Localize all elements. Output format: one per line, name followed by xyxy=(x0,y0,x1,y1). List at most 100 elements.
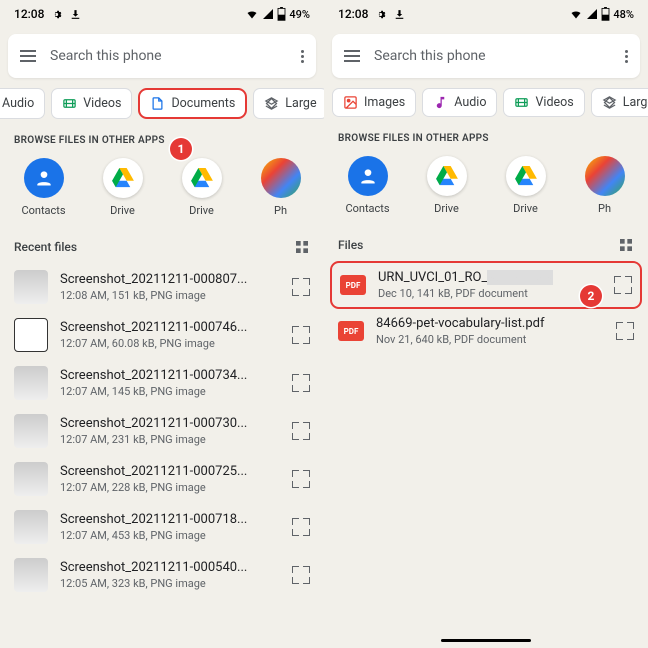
expand-icon[interactable] xyxy=(292,566,310,584)
expand-icon[interactable] xyxy=(616,322,634,340)
app-contacts[interactable]: Contacts xyxy=(9,158,79,217)
file-name: Screenshot_20211211-000730... xyxy=(60,416,280,431)
file-row[interactable]: Screenshot_20211211-000746... 12:07 AM, 6… xyxy=(0,311,324,359)
thumbnail xyxy=(14,462,48,496)
file-row[interactable]: Screenshot_20211211-000807... 12:08 AM, 1… xyxy=(0,263,324,311)
download-icon xyxy=(69,8,82,21)
searchbar[interactable]: Search this phone xyxy=(8,34,316,78)
expand-icon[interactable] xyxy=(292,326,310,344)
chip-videos[interactable]: Videos xyxy=(503,88,584,117)
expand-icon[interactable] xyxy=(292,278,310,296)
file-name: Screenshot_20211211-000734... xyxy=(60,368,280,383)
file-list: PDF URN_UVCI_01_RO_XXXXXXXX Dec 10, 141 kB… xyxy=(324,261,648,353)
expand-icon[interactable] xyxy=(292,470,310,488)
filter-chips: ImagesAudioVideosLarge xyxy=(332,84,648,127)
chip-large[interactable]: Large xyxy=(253,88,324,119)
files-header-title: Recent files xyxy=(14,240,77,254)
file-list: Screenshot_20211211-000807... 12:08 AM, 1… xyxy=(0,263,324,599)
phone-right: 12:08 48% Search this phone ImagesAudioV… xyxy=(324,0,648,648)
file-row[interactable]: Screenshot_20211211-000540... 12:05 AM, 3… xyxy=(0,551,324,599)
files-header: Recent files xyxy=(0,231,324,263)
pdf-icon: PDF xyxy=(338,321,364,341)
app-drive[interactable]: Drive xyxy=(167,158,237,217)
file-meta: 12:07 AM, 231 kB, PNG image xyxy=(60,433,280,446)
file-meta: 12:08 AM, 151 kB, PNG image xyxy=(60,289,280,302)
thumbnail xyxy=(14,318,48,352)
gear-icon xyxy=(50,8,63,21)
files-header: Files xyxy=(324,229,648,261)
file-meta: 12:07 AM, 228 kB, PNG image xyxy=(60,481,280,494)
battery-icon xyxy=(601,7,610,21)
file-row[interactable]: PDF 84669-pet-vocabulary-list.pdf Nov 21, … xyxy=(324,309,648,353)
file-meta: Nov 21, 640 kB, PDF document xyxy=(376,333,604,346)
thumbnail xyxy=(14,270,48,304)
app-contacts[interactable]: Contacts xyxy=(333,156,403,215)
file-meta: Dec 10, 141 kB, PDF document xyxy=(378,287,602,300)
searchbar[interactable]: Search this phone xyxy=(332,34,640,78)
app-ph[interactable]: Ph xyxy=(246,158,316,217)
chip-documents[interactable]: Documents xyxy=(138,88,247,119)
clock: 12:08 xyxy=(338,7,368,21)
browse-title: BROWSE FILES IN OTHER APPS xyxy=(0,129,324,158)
more-icon[interactable] xyxy=(301,50,304,63)
download-icon xyxy=(393,8,406,21)
app-ph[interactable]: Ph xyxy=(570,156,640,215)
apps-row: ContactsDriveDrivePh xyxy=(0,158,324,231)
files-header-title: Files xyxy=(338,238,363,252)
file-row[interactable]: Screenshot_20211211-000718... 12:07 AM, 4… xyxy=(0,503,324,551)
callout-2: 2 xyxy=(580,285,602,307)
file-row[interactable]: Screenshot_20211211-000725...12:07 AM, 2… xyxy=(0,455,324,503)
grid-view-icon[interactable] xyxy=(618,237,634,253)
signal-icon xyxy=(586,8,598,20)
phone-left: 12:08 49% Search this phone AudioVideosD… xyxy=(0,0,324,648)
pdf-icon: PDF xyxy=(340,275,366,295)
file-row[interactable]: Screenshot_20211211-000730... 12:07 AM, 2… xyxy=(0,407,324,455)
chip-videos[interactable]: Videos xyxy=(51,88,132,119)
hamburger-icon[interactable] xyxy=(344,50,360,62)
wifi-icon xyxy=(569,8,583,20)
file-name: Screenshot_20211211-000718... xyxy=(60,512,280,527)
thumbnail xyxy=(14,558,48,592)
gear-icon xyxy=(374,8,387,21)
file-name: Screenshot_20211211-000540... xyxy=(60,560,280,575)
signal-icon xyxy=(262,8,274,20)
expand-icon[interactable] xyxy=(614,276,632,294)
battery-percent: 49% xyxy=(289,8,310,21)
app-drive[interactable]: Drive xyxy=(412,156,482,215)
nav-handle[interactable] xyxy=(441,639,531,642)
file-name: 84669-pet-vocabulary-list.pdf xyxy=(376,316,604,331)
file-meta: 12:07 AM, 145 kB, PNG image xyxy=(60,385,280,398)
apps-row: ContactsDriveDrivePh xyxy=(324,156,648,229)
clock: 12:08 xyxy=(14,7,44,21)
expand-icon[interactable] xyxy=(292,374,310,392)
statusbar: 12:08 48% xyxy=(324,0,648,28)
callout-1: 1 xyxy=(170,138,192,160)
hamburger-icon[interactable] xyxy=(20,50,36,62)
search-input[interactable]: Search this phone xyxy=(374,48,625,64)
expand-icon[interactable] xyxy=(292,518,310,536)
filter-chips: AudioVideosDocumentsLarge xyxy=(0,84,324,129)
browse-title: BROWSE FILES IN OTHER APPS xyxy=(324,127,648,156)
chip-audio[interactable]: Audio xyxy=(422,88,497,117)
chip-large[interactable]: Large xyxy=(591,88,648,117)
file-name: URN_UVCI_01_RO_XXXXXXXX xyxy=(378,270,602,285)
chip-images[interactable]: Images xyxy=(332,88,416,117)
file-meta: 12:07 AM, 453 kB, PNG image xyxy=(60,529,280,542)
app-drive[interactable]: Drive xyxy=(491,156,561,215)
wifi-icon xyxy=(245,8,259,20)
battery-icon xyxy=(277,7,286,21)
search-input[interactable]: Search this phone xyxy=(50,48,301,64)
file-row[interactable]: Screenshot_20211211-000734... 12:07 AM, 1… xyxy=(0,359,324,407)
thumbnail xyxy=(14,510,48,544)
more-icon[interactable] xyxy=(625,50,628,63)
file-name: Screenshot_20211211-000807... xyxy=(60,272,280,287)
chip-audio[interactable]: Audio xyxy=(0,88,45,119)
thumbnail xyxy=(14,414,48,448)
expand-icon[interactable] xyxy=(292,422,310,440)
grid-view-icon[interactable] xyxy=(294,239,310,255)
file-name: Screenshot_20211211-000746... xyxy=(60,320,280,335)
file-meta: 12:07 AM, 60.08 kB, PNG image xyxy=(60,337,280,350)
app-drive[interactable]: Drive xyxy=(88,158,158,217)
file-meta: 12:05 AM, 323 kB, PNG image xyxy=(60,577,280,590)
thumbnail xyxy=(14,366,48,400)
